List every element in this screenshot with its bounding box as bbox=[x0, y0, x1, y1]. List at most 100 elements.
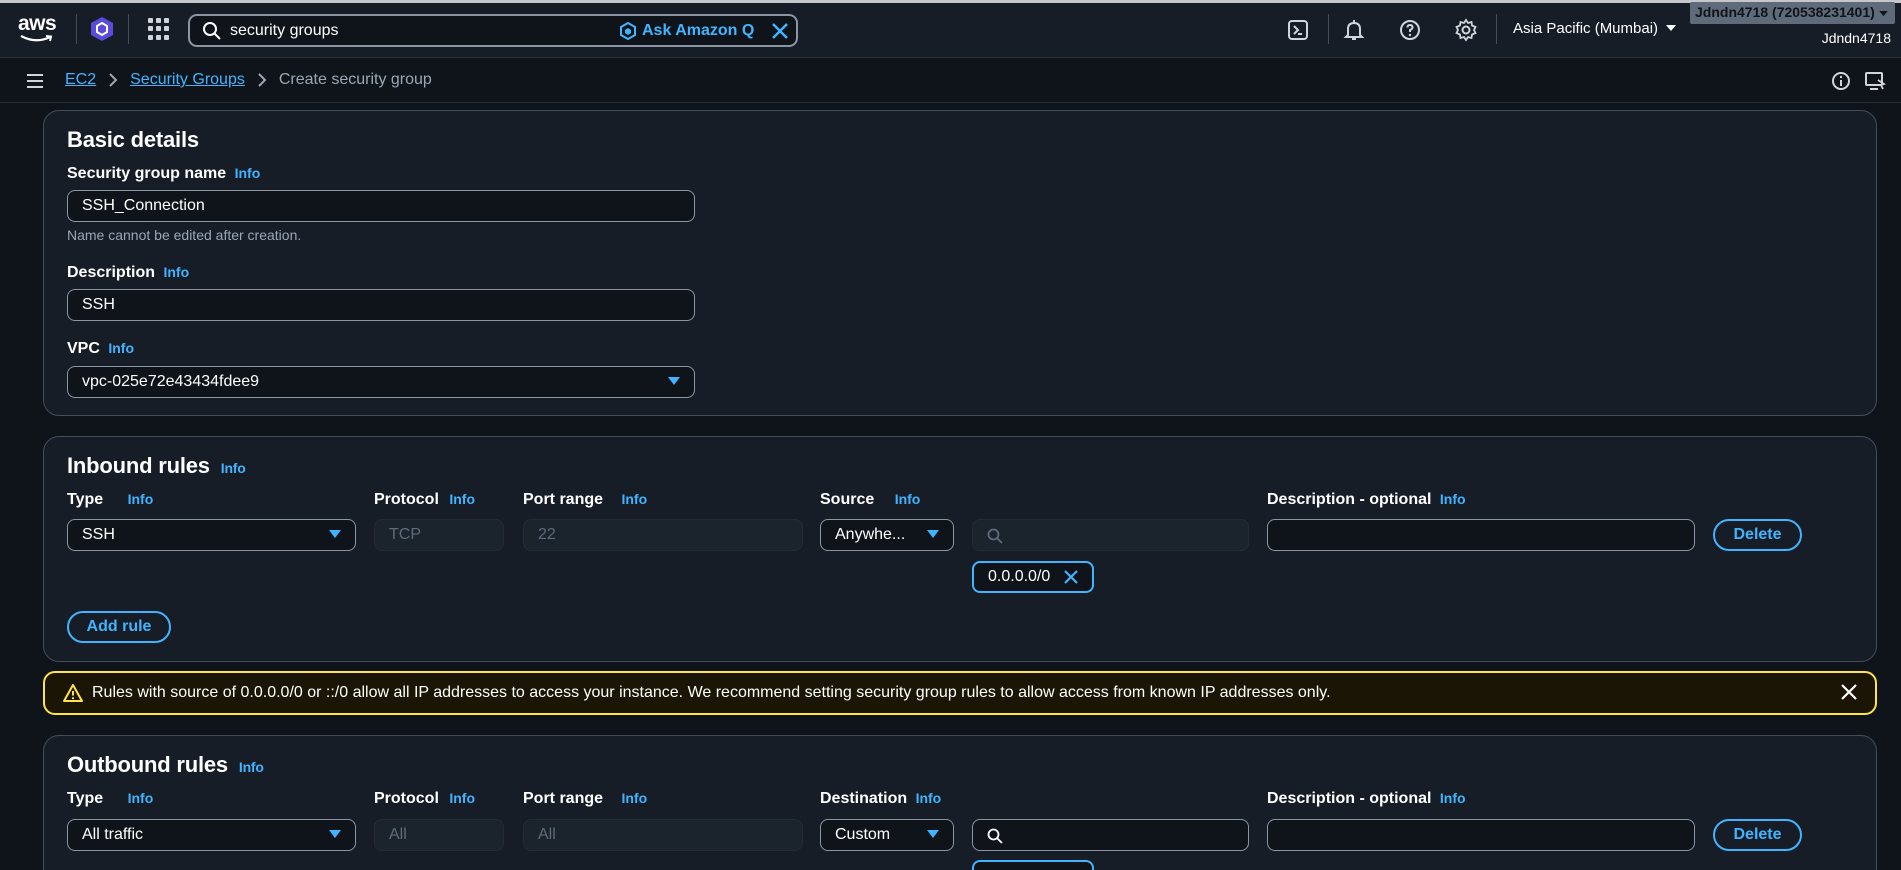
username-label: Jdndn4718 bbox=[1821, 30, 1891, 46]
caret-down-icon bbox=[1666, 25, 1677, 31]
ask-amazon-q-button[interactable]: Ask Amazon Q bbox=[620, 22, 754, 40]
chevron-right-icon bbox=[109, 73, 118, 87]
info-link[interactable]: Info bbox=[239, 759, 264, 775]
info-link[interactable]: Info bbox=[1440, 491, 1466, 507]
source-column-label: Source Info bbox=[820, 491, 920, 509]
breadcrumb-security-groups[interactable]: Security Groups bbox=[130, 71, 245, 89]
gear-icon[interactable] bbox=[1454, 18, 1478, 42]
inbound-rules-title: Inbound rules bbox=[67, 453, 210, 478]
security-group-name-input[interactable]: SSH_Connection bbox=[67, 190, 695, 222]
vpc-label: VPC Info bbox=[67, 340, 134, 358]
info-link[interactable]: Info bbox=[221, 460, 246, 476]
clear-search-icon[interactable] bbox=[770, 21, 790, 41]
menu-icon[interactable] bbox=[26, 73, 44, 89]
description-label-text: Description - optional bbox=[1267, 790, 1432, 807]
breadcrumb-ec2[interactable]: EC2 bbox=[65, 71, 96, 89]
protocol-label-text: Protocol bbox=[374, 491, 439, 508]
close-icon[interactable] bbox=[1841, 684, 1857, 700]
account-menu[interactable]: Jdndn4718 (720538231401) bbox=[1690, 2, 1895, 24]
outbound-delete-button[interactable]: Delete bbox=[1713, 819, 1802, 851]
outbound-port-range-field: All bbox=[523, 819, 803, 851]
security-group-name-value: SSH_Connection bbox=[82, 197, 205, 214]
protocol-label-text: Protocol bbox=[374, 790, 439, 807]
info-link[interactable]: Info bbox=[108, 340, 134, 356]
search-icon bbox=[203, 22, 221, 40]
region-label: Asia Pacific (Mumbai) bbox=[1513, 20, 1659, 37]
type-column-label: Type Info bbox=[67, 790, 153, 808]
info-link[interactable]: Info bbox=[895, 491, 921, 507]
help-icon[interactable] bbox=[1398, 18, 1422, 42]
info-link[interactable]: Info bbox=[449, 491, 475, 507]
outbound-type-value: All traffic bbox=[82, 826, 144, 843]
nav-divider bbox=[1328, 14, 1329, 44]
info-link[interactable]: Info bbox=[1440, 790, 1466, 806]
destination-column-label: Destination Info bbox=[820, 790, 941, 808]
outbound-protocol-field: All bbox=[374, 819, 504, 851]
caret-down-icon bbox=[1878, 11, 1888, 17]
region-selector[interactable]: Asia Pacific (Mumbai) bbox=[1513, 20, 1677, 37]
info-link[interactable]: Info bbox=[449, 790, 475, 806]
cidr-token-label: 0.0.0.0/0 bbox=[988, 568, 1051, 585]
description-input[interactable]: SSH bbox=[67, 289, 695, 321]
outbound-port-range-value: All bbox=[538, 826, 556, 843]
info-link[interactable]: Info bbox=[916, 790, 942, 806]
cloudshell-icon[interactable] bbox=[1286, 18, 1310, 42]
type-label-text: Type bbox=[67, 491, 104, 508]
info-link[interactable]: Info bbox=[621, 790, 647, 806]
inbound-port-range-field: 22 bbox=[523, 519, 803, 551]
security-group-name-label: Security group name Info bbox=[67, 165, 260, 183]
amazon-q-icon bbox=[620, 22, 636, 40]
warning-text: Rules with source of 0.0.0.0/0 or ::/0 a… bbox=[92, 684, 1331, 701]
caret-down-icon bbox=[668, 377, 680, 385]
inbound-source-select[interactable]: Anywhe... bbox=[820, 519, 954, 551]
search-icon bbox=[987, 828, 1003, 844]
remove-token-icon[interactable] bbox=[1064, 570, 1079, 584]
port-range-column-label: Port range Info bbox=[523, 790, 647, 808]
search-input[interactable]: security groups bbox=[230, 22, 339, 40]
breadcrumb-bar: EC2 Security Groups Create security grou… bbox=[0, 59, 1901, 103]
vpc-label-text: VPC bbox=[67, 340, 100, 357]
add-rule-button[interactable]: Add rule bbox=[67, 611, 171, 643]
caret-down-icon bbox=[927, 830, 939, 838]
aws-logo[interactable]: aws bbox=[18, 13, 58, 44]
outbound-description-input[interactable] bbox=[1267, 819, 1695, 851]
nav-divider bbox=[1496, 14, 1497, 44]
inbound-protocol-value: TCP bbox=[389, 526, 421, 543]
outbound-rules-title: Outbound rules bbox=[67, 752, 228, 777]
description-label-text: Description bbox=[67, 264, 156, 281]
inbound-delete-button[interactable]: Delete bbox=[1713, 519, 1802, 551]
inbound-rules-heading: Inbound rules Info bbox=[67, 453, 246, 479]
info-icon[interactable] bbox=[1831, 71, 1851, 91]
inbound-source-value: Anywhe... bbox=[835, 526, 906, 543]
inbound-cidr-search[interactable] bbox=[972, 519, 1249, 551]
inbound-description-input[interactable] bbox=[1267, 519, 1695, 551]
info-link[interactable]: Info bbox=[128, 790, 154, 806]
nav-divider bbox=[128, 14, 129, 44]
inbound-type-select[interactable]: SSH bbox=[67, 519, 356, 551]
name-hint: Name cannot be edited after creation. bbox=[67, 227, 302, 243]
inbound-type-value: SSH bbox=[82, 526, 115, 543]
vpc-select[interactable]: vpc-025e72e43434fdee9 bbox=[67, 366, 695, 398]
info-link[interactable]: Info bbox=[621, 491, 647, 507]
outbound-type-select[interactable]: All traffic bbox=[67, 819, 356, 851]
info-link[interactable]: Info bbox=[235, 165, 261, 181]
breadcrumb: EC2 Security Groups Create security grou… bbox=[65, 71, 432, 89]
description-label-text: Description - optional bbox=[1267, 491, 1432, 508]
inbound-protocol-field: TCP bbox=[374, 519, 504, 551]
outbound-protocol-value: All bbox=[389, 826, 407, 843]
protocol-column-label: Protocol Info bbox=[374, 790, 475, 808]
protocol-column-label: Protocol Info bbox=[374, 491, 475, 509]
basic-details-panel: Basic details Security group name Info S… bbox=[43, 110, 1877, 416]
info-link[interactable]: Info bbox=[163, 264, 189, 280]
help-panel-icon[interactable] bbox=[1864, 70, 1886, 92]
outbound-cidr-search[interactable] bbox=[972, 819, 1249, 851]
global-search[interactable]: security groups Ask Amazon Q bbox=[188, 14, 798, 47]
description-label: Description Info bbox=[67, 264, 189, 282]
bell-icon[interactable] bbox=[1342, 18, 1366, 42]
info-link[interactable]: Info bbox=[128, 491, 154, 507]
service-icon[interactable] bbox=[90, 16, 114, 42]
outbound-rules-heading: Outbound rules Info bbox=[67, 752, 264, 778]
outbound-destination-select[interactable]: Custom bbox=[820, 819, 954, 851]
caret-down-icon bbox=[329, 830, 341, 838]
apps-grid-icon[interactable] bbox=[148, 18, 170, 40]
